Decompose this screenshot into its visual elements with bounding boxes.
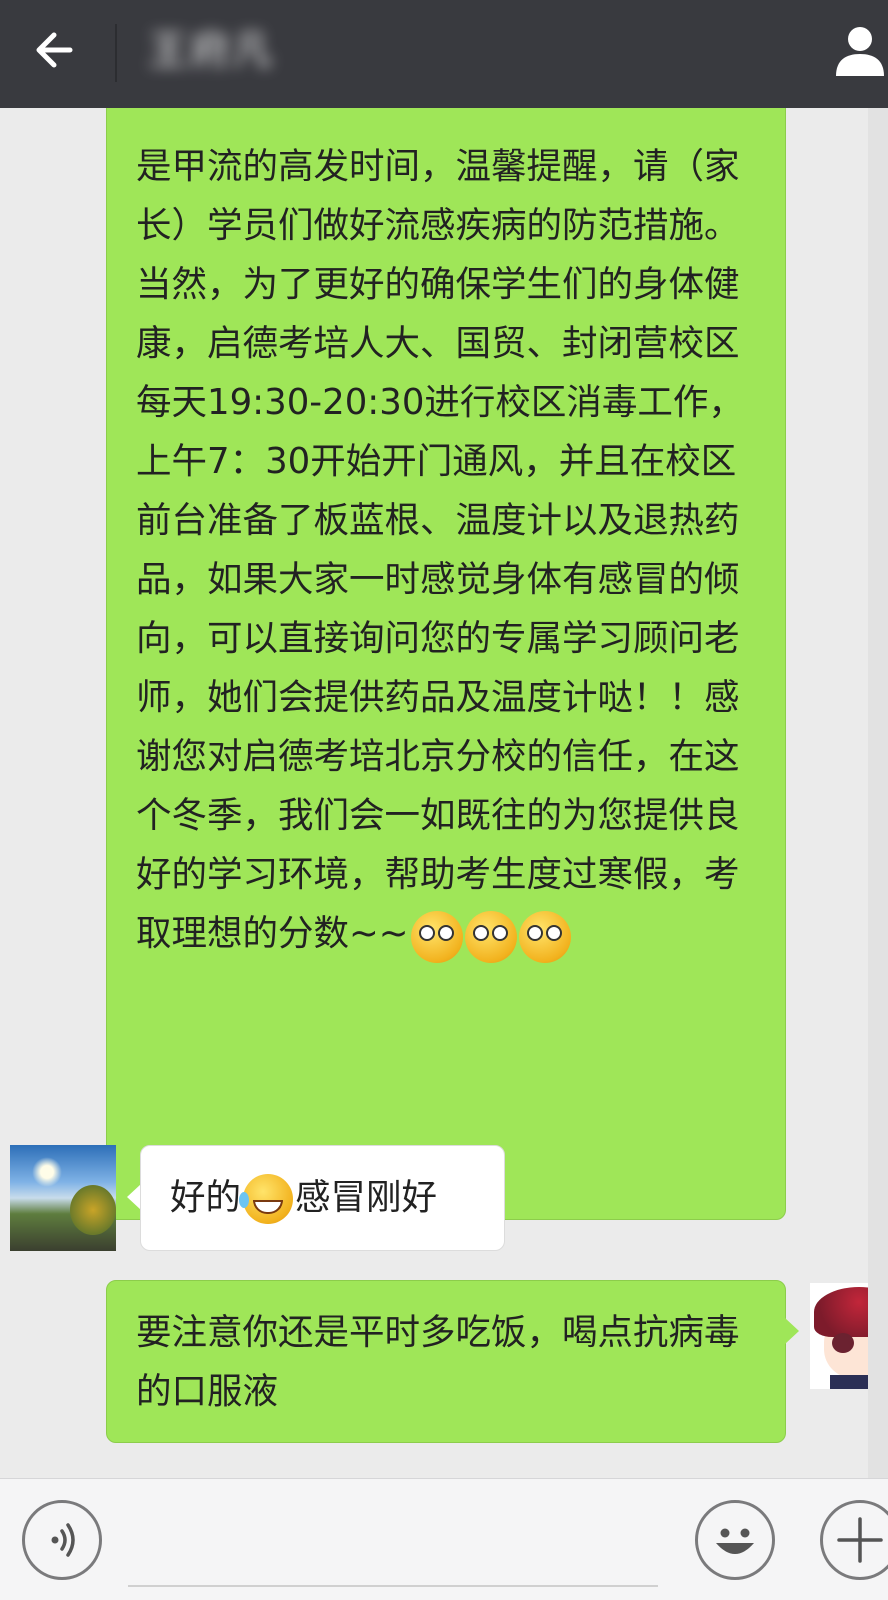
back-arrow-icon[interactable]	[30, 26, 78, 74]
message-bubble-incoming[interactable]: 好的 感冒刚好	[140, 1145, 505, 1251]
message-bubble-outgoing[interactable]: 是甲流的高发时间，温馨提醒，请（家长）学员们做好流感疾病的防范措施。当然，为了更…	[106, 108, 786, 1220]
bubble-tail	[785, 1318, 799, 1344]
plus-icon	[837, 1517, 883, 1563]
more-button[interactable]	[820, 1500, 888, 1580]
emoji-button[interactable]	[695, 1500, 775, 1580]
contact-avatar[interactable]	[10, 1145, 116, 1251]
input-bar	[0, 1478, 888, 1600]
message-text-part: 好的	[170, 1177, 242, 1218]
avatar-eye	[832, 1333, 854, 1353]
message-text-part: 感冒刚好	[295, 1177, 438, 1218]
chat-title: 王府凡	[148, 28, 274, 74]
message-list[interactable]: 是甲流的高发时间，温馨提醒，请（家长）学员们做好流感疾病的防范措施。当然，为了更…	[0, 108, 888, 1478]
person-icon[interactable]	[832, 22, 888, 78]
message-input-underline[interactable]	[128, 1585, 658, 1587]
bubble-tail	[127, 1184, 141, 1210]
voice-button[interactable]	[22, 1500, 102, 1580]
thinking-face-icon	[410, 910, 463, 963]
emoji-group	[409, 906, 571, 965]
message-text: 要注意你还是平时多吃饭，喝点抗病毒的口服液	[136, 1312, 740, 1412]
thinking-face-icon	[518, 910, 571, 963]
header-divider	[115, 24, 117, 82]
voice-icon	[51, 1523, 75, 1557]
right-edge-strip	[868, 108, 888, 1478]
avatar-sun	[32, 1157, 62, 1187]
message-bubble-outgoing[interactable]: 要注意你还是平时多吃饭，喝点抗病毒的口服液	[106, 1280, 786, 1443]
message-text: 是甲流的高发时间，温馨提醒，请（家长）学员们做好流感疾病的防范措施。当然，为了更…	[136, 146, 744, 954]
top-bar: 王府凡	[0, 0, 888, 108]
smiley-icon	[716, 1528, 754, 1554]
laughing-tears-icon	[239, 1174, 294, 1224]
chat-screen: 王府凡 是甲流的高发时间，温馨提醒，请（家长）学员们做好流感疾病的防范措施。当然…	[0, 0, 888, 1600]
thinking-face-icon	[464, 910, 517, 963]
avatar-tree	[70, 1185, 116, 1235]
